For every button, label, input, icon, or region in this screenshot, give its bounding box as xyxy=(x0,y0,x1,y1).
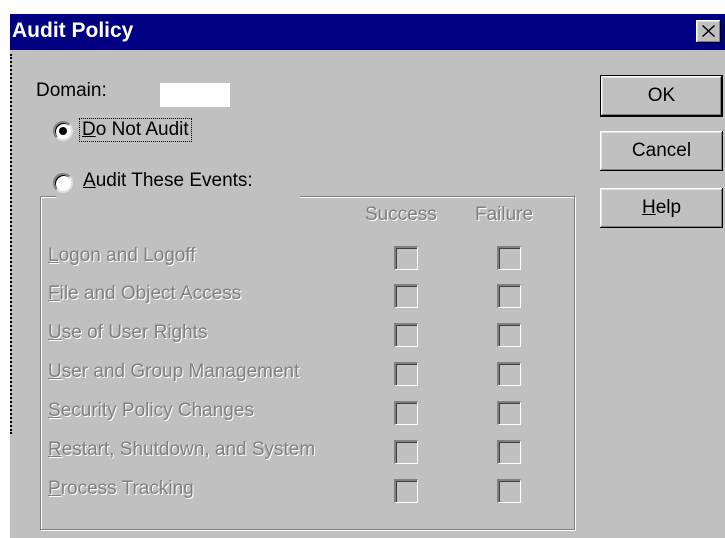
security-policy-failure-checkbox[interactable] xyxy=(497,401,521,425)
radio-audit-these-events-label[interactable]: Audit These Events: xyxy=(83,170,253,192)
file-access-success-checkbox[interactable] xyxy=(394,284,418,308)
logon-failure-checkbox[interactable] xyxy=(497,246,521,270)
radio-audit-these-events[interactable] xyxy=(53,173,73,193)
domain-value xyxy=(160,83,230,107)
window-edge-dots xyxy=(10,54,14,434)
logon-success-checkbox[interactable] xyxy=(394,246,418,270)
event-label-process-tracking: Process Tracking xyxy=(48,478,194,499)
event-label-security-policy: Security Policy Changes xyxy=(48,400,254,421)
user-rights-failure-checkbox[interactable] xyxy=(497,323,521,347)
close-icon xyxy=(702,25,715,37)
restart-failure-checkbox[interactable] xyxy=(497,440,521,464)
user-group-success-checkbox[interactable] xyxy=(394,362,418,386)
radio-selected-dot xyxy=(59,127,67,135)
event-label-user-group: User and Group Management xyxy=(48,361,300,382)
file-access-failure-checkbox[interactable] xyxy=(497,284,521,308)
failure-column-header: Failure xyxy=(475,204,534,225)
event-label-file-access: File and Object Access xyxy=(48,283,242,304)
user-group-failure-checkbox[interactable] xyxy=(497,362,521,386)
success-column-header: Success xyxy=(365,204,437,225)
audit-policy-dialog: Audit Policy Domain: Do Not Audit Audit … xyxy=(10,14,725,538)
event-label-restart: Restart, Shutdown, and System xyxy=(48,439,316,460)
radio-do-not-audit[interactable] xyxy=(53,121,73,141)
cancel-button-label: Cancel xyxy=(631,140,692,161)
help-button[interactable]: Help xyxy=(600,188,723,228)
title-bar[interactable]: Audit Policy xyxy=(10,14,725,50)
event-label-logon: Logon and Logoff xyxy=(48,245,196,266)
process-tracking-failure-checkbox[interactable] xyxy=(497,479,521,503)
radio-do-not-audit-label[interactable]: Do Not Audit xyxy=(79,118,192,142)
user-rights-success-checkbox[interactable] xyxy=(394,323,418,347)
help-button-label: Help xyxy=(641,197,682,218)
domain-label: Domain: xyxy=(36,80,107,101)
dialog-title: Audit Policy xyxy=(12,19,134,42)
close-button[interactable] xyxy=(696,20,721,43)
cancel-button[interactable]: Cancel xyxy=(600,131,723,171)
restart-success-checkbox[interactable] xyxy=(394,440,418,464)
ok-button[interactable]: OK xyxy=(600,75,723,117)
security-policy-success-checkbox[interactable] xyxy=(394,401,418,425)
process-tracking-success-checkbox[interactable] xyxy=(394,479,418,503)
event-label-user-rights: Use of User Rights xyxy=(48,322,208,343)
ok-button-label: OK xyxy=(647,85,676,106)
